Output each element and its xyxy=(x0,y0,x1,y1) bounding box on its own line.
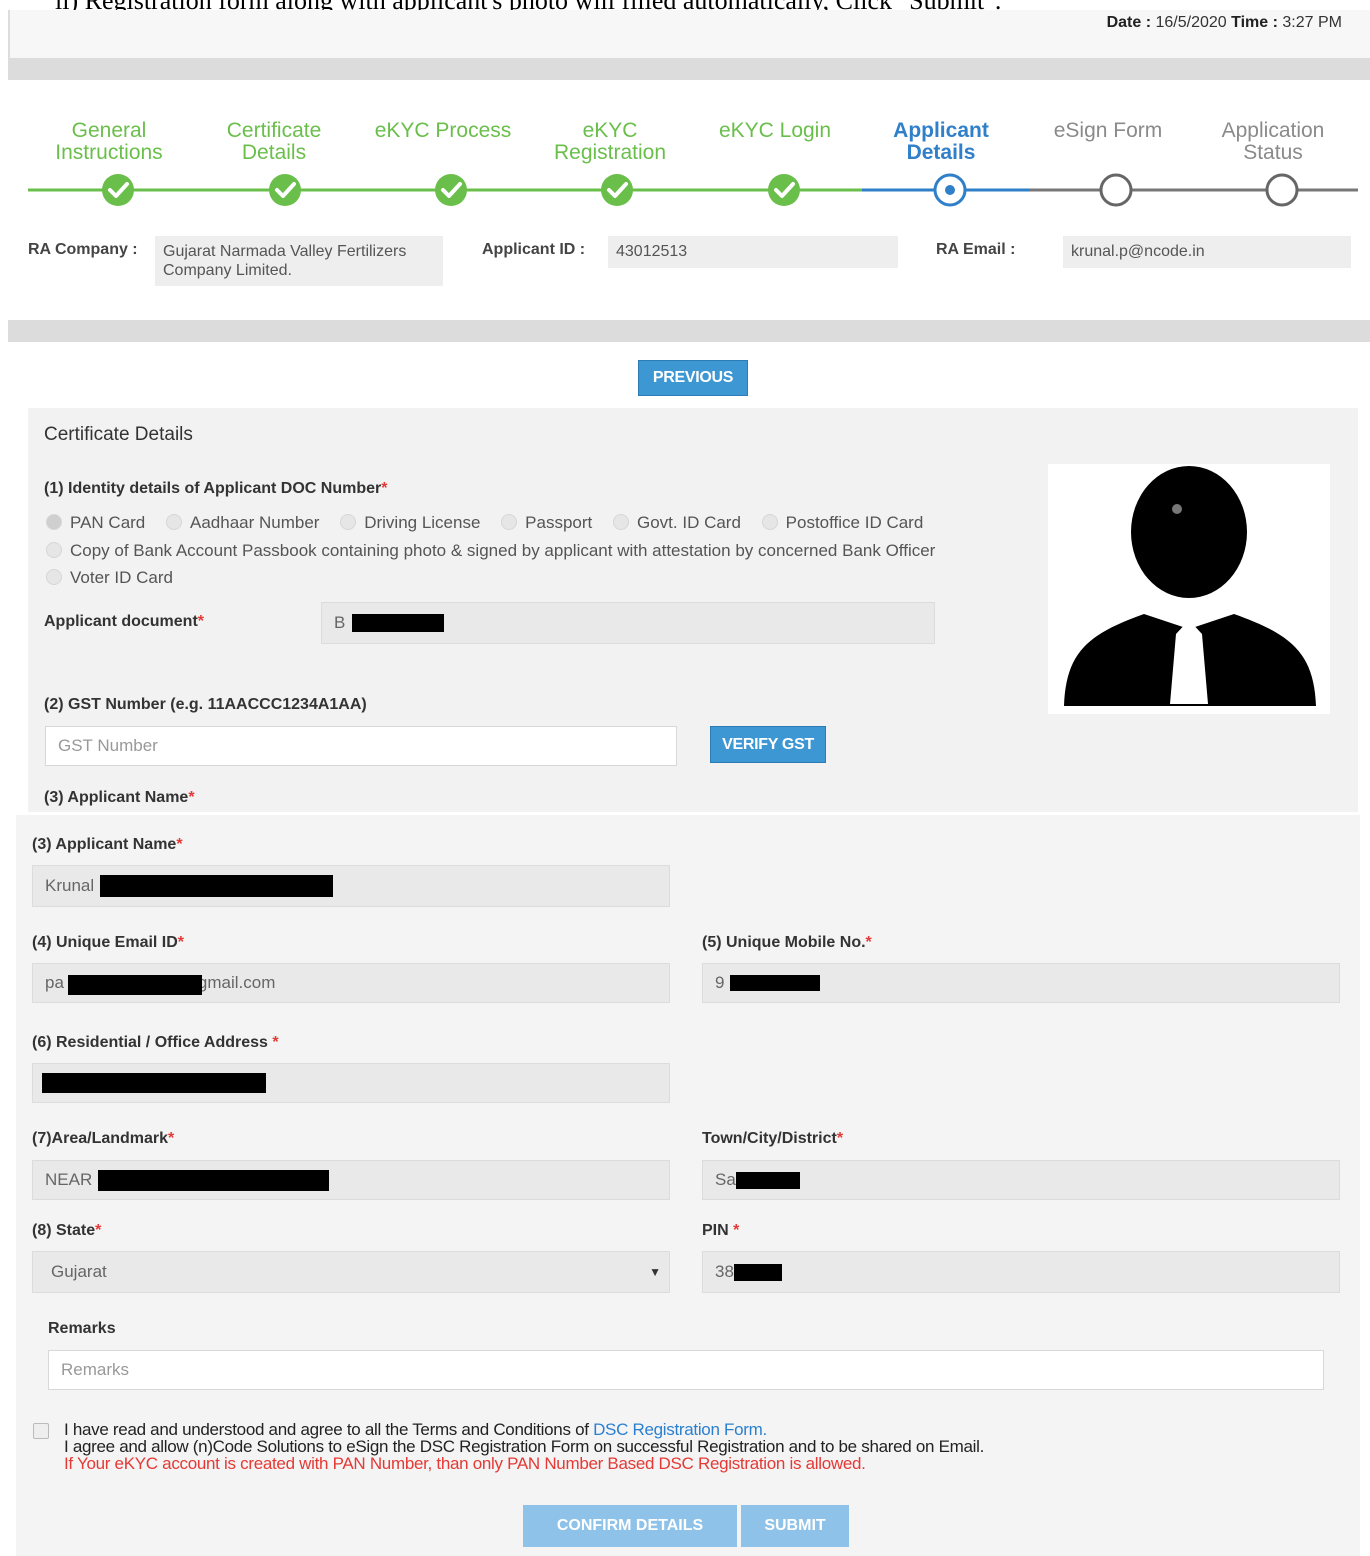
applicant-id-label: Applicant ID : xyxy=(482,241,586,258)
step-applicant-details[interactable]: Applicant Details xyxy=(866,120,1016,164)
radio-passport[interactable]: Passport xyxy=(501,513,592,532)
terms-checkbox[interactable] xyxy=(33,1423,49,1439)
check-icon xyxy=(601,174,633,206)
date-label: Date : xyxy=(1106,14,1152,31)
divider-band xyxy=(8,320,1370,342)
step-ekyc-registration[interactable]: eKYC Registration xyxy=(535,120,685,164)
date-time: Date : 16/5/2020 Time : 3:27 PM xyxy=(1107,14,1342,32)
pin-label: PIN * xyxy=(702,1222,740,1239)
gst-label: (2) GST Number (e.g. 11AACCC1234A1AA) xyxy=(44,696,367,713)
redaction xyxy=(352,614,444,632)
divider-band xyxy=(8,58,1370,80)
step-general-instructions[interactable]: General Instructions xyxy=(34,120,184,164)
terms-text: I have read and understood and agree to … xyxy=(64,1420,985,1473)
section-title: Certificate Details xyxy=(44,424,193,445)
dropdown-arrow-icon: ▼ xyxy=(649,1265,661,1279)
radio-voter-id[interactable]: Voter ID Card xyxy=(46,568,173,588)
progress-track xyxy=(28,173,1358,207)
time-value: 3:27 PM xyxy=(1282,14,1342,31)
step-application-status[interactable]: Application Status xyxy=(1198,120,1348,164)
check-icon xyxy=(102,174,134,206)
ra-company-label: RA Company : xyxy=(28,241,138,258)
applicant-name-label: (3) Applicant Name* xyxy=(32,836,183,853)
step-esign-form[interactable]: eSign Form xyxy=(1033,120,1183,142)
step-ekyc-login[interactable]: eKYC Login xyxy=(700,120,850,142)
time-label: Time : xyxy=(1231,14,1278,31)
identity-label: (1) Identity details of Applicant DOC Nu… xyxy=(44,480,388,497)
radio-driving-license[interactable]: Driving License xyxy=(340,513,480,532)
pin-field[interactable]: 38 xyxy=(702,1251,1340,1293)
ra-company-field: Gujarat Narmada Valley Fertilizers Compa… xyxy=(155,236,443,286)
submit-button[interactable]: SUBMIT xyxy=(741,1505,849,1547)
applicant-id-field: 43012513 xyxy=(608,236,898,268)
ra-email-field: krunal.p@ncode.in xyxy=(1063,236,1351,268)
applicant-name-label-top: (3) Applicant Name* xyxy=(44,789,195,806)
ra-email-label: RA Email : xyxy=(936,241,1016,258)
city-label: Town/City/District* xyxy=(702,1130,844,1147)
redaction xyxy=(734,1264,782,1281)
active-step-icon xyxy=(933,173,967,207)
check-icon xyxy=(768,174,800,206)
pending-step-icon xyxy=(1265,173,1299,207)
verify-gst-button[interactable]: VERIFY GST xyxy=(710,726,826,763)
applicant-photo xyxy=(1048,464,1330,714)
gst-input[interactable]: GST Number xyxy=(45,726,677,766)
applicant-document-label: Applicant document* xyxy=(44,613,205,630)
person-silhouette-icon xyxy=(1064,466,1316,706)
check-icon xyxy=(269,174,301,206)
redaction xyxy=(736,1172,800,1189)
area-label: (7)Area/Landmark* xyxy=(32,1130,175,1147)
redaction xyxy=(98,1170,329,1191)
state-label: (8) State* xyxy=(32,1222,102,1239)
confirm-details-button[interactable]: CONFIRM DETAILS xyxy=(523,1505,737,1547)
id-options-row-1: PAN Card Aadhaar Number Driving License … xyxy=(46,513,923,533)
terms-line-2: I agree and allow (n)Code Solutions to e… xyxy=(64,1437,985,1456)
pan-note: If Your eKYC account is created with PAN… xyxy=(64,1454,866,1473)
radio-govt-id[interactable]: Govt. ID Card xyxy=(613,513,741,532)
step-ekyc-process[interactable]: eKYC Process xyxy=(368,120,518,142)
redaction xyxy=(42,1073,266,1093)
mobile-label: (5) Unique Mobile No.* xyxy=(702,934,872,951)
pending-step-icon xyxy=(1099,173,1133,207)
state-select[interactable]: Gujarat ▼ xyxy=(32,1251,670,1293)
date-value: 16/5/2020 xyxy=(1155,14,1227,31)
radio-aadhaar[interactable]: Aadhaar Number xyxy=(166,513,319,532)
step-certificate-details[interactable]: Certificate Details xyxy=(199,120,349,164)
redaction xyxy=(68,975,202,995)
previous-button[interactable]: PREVIOUS xyxy=(638,360,748,396)
redaction xyxy=(100,875,333,897)
remarks-label: Remarks xyxy=(48,1320,116,1337)
check-icon xyxy=(435,174,467,206)
radio-postoffice-id[interactable]: Postoffice ID Card xyxy=(761,513,923,532)
remarks-input[interactable]: Remarks xyxy=(48,1350,1324,1390)
address-label: (6) Residential / Office Address * xyxy=(32,1034,279,1051)
redaction xyxy=(730,975,820,991)
email-label: (4) Unique Email ID* xyxy=(32,934,185,951)
radio-pan-card[interactable]: PAN Card xyxy=(46,513,145,532)
radio-bank-passbook[interactable]: Copy of Bank Account Passbook containing… xyxy=(46,541,935,561)
